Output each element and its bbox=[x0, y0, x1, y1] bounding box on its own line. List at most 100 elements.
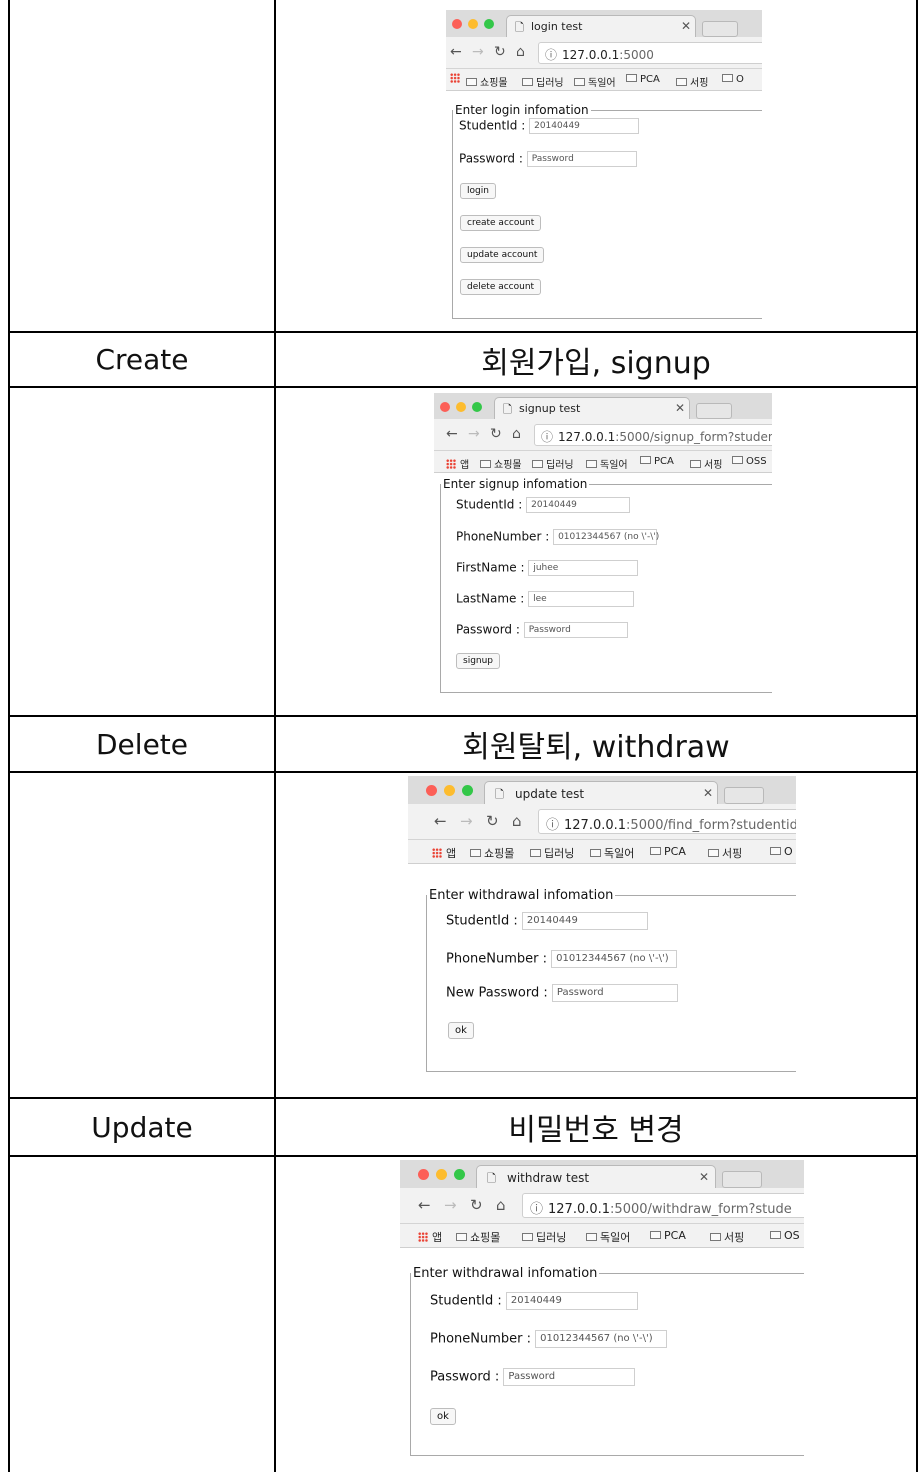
phone-number-label: PhoneNumber : bbox=[430, 1331, 532, 1347]
student-id-label: StudentId : bbox=[456, 497, 523, 512]
maximize-window-dot[interactable] bbox=[454, 1169, 465, 1180]
student-id-input[interactable]: 20140449 bbox=[529, 118, 640, 134]
address-bar[interactable]: ⓘ127.0.0.1:5000/signup_form?studentid= bbox=[534, 424, 772, 446]
browser-tab[interactable]: 🗋 signup test ✕ bbox=[494, 397, 690, 419]
bookmark-item[interactable]: 독일어 bbox=[586, 456, 628, 471]
home-icon[interactable]: ⌂ bbox=[512, 426, 521, 442]
first-name-input[interactable]: juhee bbox=[528, 560, 639, 576]
bookmark-item[interactable]: 쇼핑몰 bbox=[466, 74, 508, 89]
address-bar[interactable]: ⓘ 127.0.0.1:5000/withdraw_form?stude bbox=[522, 1193, 804, 1218]
bookmark-item[interactable]: 딥러닝 bbox=[522, 1229, 566, 1245]
browser-tab[interactable]: 🗋 update test ✕ bbox=[484, 781, 718, 804]
student-id-input[interactable]: 20140449 bbox=[505, 1292, 638, 1310]
address-bar[interactable]: ⓘ 127.0.0.1:5000/find_form?studentid bbox=[538, 809, 796, 834]
login-button[interactable]: login bbox=[460, 183, 496, 199]
student-id-input[interactable]: 20140449 bbox=[521, 912, 648, 930]
close-tab-icon[interactable]: ✕ bbox=[699, 1170, 709, 1184]
student-id-input[interactable]: 20140449 bbox=[526, 497, 631, 513]
close-tab-icon[interactable]: ✕ bbox=[703, 786, 713, 800]
bookmark-item[interactable]: 쇼핑몰 bbox=[480, 456, 522, 471]
signup-button[interactable]: signup bbox=[456, 653, 501, 669]
login-browser-screenshot: 🗋 login test ✕ ← → ↻ ⌂ ⓘ 127.0.0.1:5000 쇼… bbox=[446, 10, 762, 320]
bookmark-item[interactable]: 딥러닝 bbox=[532, 456, 574, 471]
password-input[interactable]: Password bbox=[503, 1368, 636, 1386]
home-icon[interactable]: ⌂ bbox=[516, 44, 525, 60]
minimize-window-dot[interactable] bbox=[436, 1169, 447, 1180]
apps-icon[interactable] bbox=[450, 73, 464, 85]
bookmark-item[interactable]: 서핑 bbox=[676, 74, 708, 89]
info-icon: ⓘ bbox=[541, 430, 554, 444]
new-tab-button[interactable] bbox=[722, 1171, 762, 1188]
back-arrow-icon[interactable]: ← bbox=[450, 44, 462, 60]
address-bar[interactable]: ⓘ 127.0.0.1:5000 bbox=[538, 42, 762, 64]
bookmark-item[interactable]: 서핑 bbox=[690, 456, 722, 471]
close-tab-icon[interactable]: ✕ bbox=[675, 401, 685, 415]
password-input[interactable]: Password bbox=[523, 622, 628, 638]
phone-number-input[interactable]: 01012344567 (no \'-\') bbox=[535, 1330, 668, 1348]
forward-arrow-icon[interactable]: → bbox=[472, 44, 484, 60]
forward-arrow-icon[interactable]: → bbox=[468, 426, 480, 442]
apps-icon[interactable]: 앱 bbox=[446, 456, 469, 471]
bookmark-item[interactable]: 딥러닝 bbox=[522, 74, 564, 89]
minimize-window-dot[interactable] bbox=[456, 402, 466, 412]
maximize-window-dot[interactable] bbox=[484, 19, 494, 29]
phone-number-input[interactable]: 01012344567 (no \'-\') bbox=[553, 529, 659, 545]
bookmark-item[interactable]: 독일어 bbox=[590, 845, 634, 861]
reload-icon[interactable]: ↻ bbox=[490, 426, 502, 442]
reload-icon[interactable]: ↻ bbox=[494, 44, 506, 60]
bookmark-item[interactable]: PCA bbox=[640, 456, 674, 467]
back-arrow-icon[interactable]: ← bbox=[434, 812, 447, 830]
row-label-create: Create bbox=[95, 343, 189, 376]
close-window-dot[interactable] bbox=[426, 785, 437, 796]
new-tab-button[interactable] bbox=[696, 403, 732, 419]
phone-number-input[interactable]: 01012344567 (no \'-\') bbox=[551, 950, 678, 968]
forward-arrow-icon[interactable]: → bbox=[444, 1196, 457, 1214]
browser-tab[interactable]: 🗋 login test ✕ bbox=[506, 15, 696, 37]
forward-arrow-icon[interactable]: → bbox=[460, 812, 473, 830]
ok-button[interactable]: ok bbox=[430, 1408, 456, 1425]
last-name-input[interactable]: lee bbox=[528, 591, 635, 607]
new-password-input[interactable]: Password bbox=[551, 984, 678, 1002]
bookmark-item[interactable]: 서핑 bbox=[710, 1229, 744, 1245]
new-tab-button[interactable] bbox=[724, 787, 764, 804]
back-arrow-icon[interactable]: ← bbox=[446, 426, 458, 442]
minimize-window-dot[interactable] bbox=[468, 19, 478, 29]
update-account-button[interactable]: update account bbox=[460, 247, 545, 263]
maximize-window-dot[interactable] bbox=[472, 402, 482, 412]
row-text-create: 회원가입, signup bbox=[481, 345, 711, 381]
bookmark-item[interactable]: 독일어 bbox=[586, 1229, 630, 1245]
new-tab-button[interactable] bbox=[702, 21, 738, 37]
create-account-button[interactable]: create account bbox=[460, 215, 542, 231]
bookmark-item[interactable]: 쇼핑몰 bbox=[456, 1229, 500, 1245]
bookmark-item[interactable]: 독일어 bbox=[574, 74, 616, 89]
bookmark-item[interactable]: 서핑 bbox=[708, 845, 742, 861]
browser-tab[interactable]: 🗋 withdraw test ✕ bbox=[476, 1165, 716, 1188]
update-browser-screenshot: 🗋 update test ✕ ← → ↻ ⌂ ⓘ 127.0.0.1:5000/… bbox=[408, 776, 796, 1094]
back-arrow-icon[interactable]: ← bbox=[418, 1196, 431, 1214]
bookmark-item[interactable]: O bbox=[770, 845, 793, 858]
bookmark-item[interactable]: PCA bbox=[626, 74, 660, 85]
first-name-row: FirstName : juhee bbox=[456, 560, 639, 576]
home-icon[interactable]: ⌂ bbox=[512, 812, 522, 830]
password-input[interactable]: Password bbox=[526, 151, 637, 167]
minimize-window-dot[interactable] bbox=[444, 785, 455, 796]
bookmark-item[interactable]: OSS bbox=[732, 456, 767, 467]
bookmark-item[interactable]: PCA bbox=[650, 845, 686, 858]
home-icon[interactable]: ⌂ bbox=[496, 1196, 506, 1214]
bookmark-item[interactable]: OS bbox=[770, 1229, 800, 1242]
close-window-dot[interactable] bbox=[440, 402, 450, 412]
close-window-dot[interactable] bbox=[418, 1169, 429, 1180]
apps-icon[interactable]: 앱 bbox=[418, 1229, 442, 1245]
ok-button[interactable]: ok bbox=[448, 1022, 474, 1039]
reload-icon[interactable]: ↻ bbox=[486, 812, 499, 830]
bookmark-item[interactable]: 딥러닝 bbox=[530, 845, 574, 861]
bookmark-item[interactable]: 쇼핑몰 bbox=[470, 845, 514, 861]
bookmark-item[interactable]: PCA bbox=[650, 1229, 686, 1242]
close-tab-icon[interactable]: ✕ bbox=[681, 19, 691, 33]
close-window-dot[interactable] bbox=[452, 19, 462, 29]
bookmark-item[interactable]: O bbox=[722, 74, 744, 85]
maximize-window-dot[interactable] bbox=[462, 785, 473, 796]
delete-account-button[interactable]: delete account bbox=[460, 279, 542, 295]
reload-icon[interactable]: ↻ bbox=[470, 1196, 483, 1214]
apps-icon[interactable]: 앱 bbox=[432, 845, 456, 861]
